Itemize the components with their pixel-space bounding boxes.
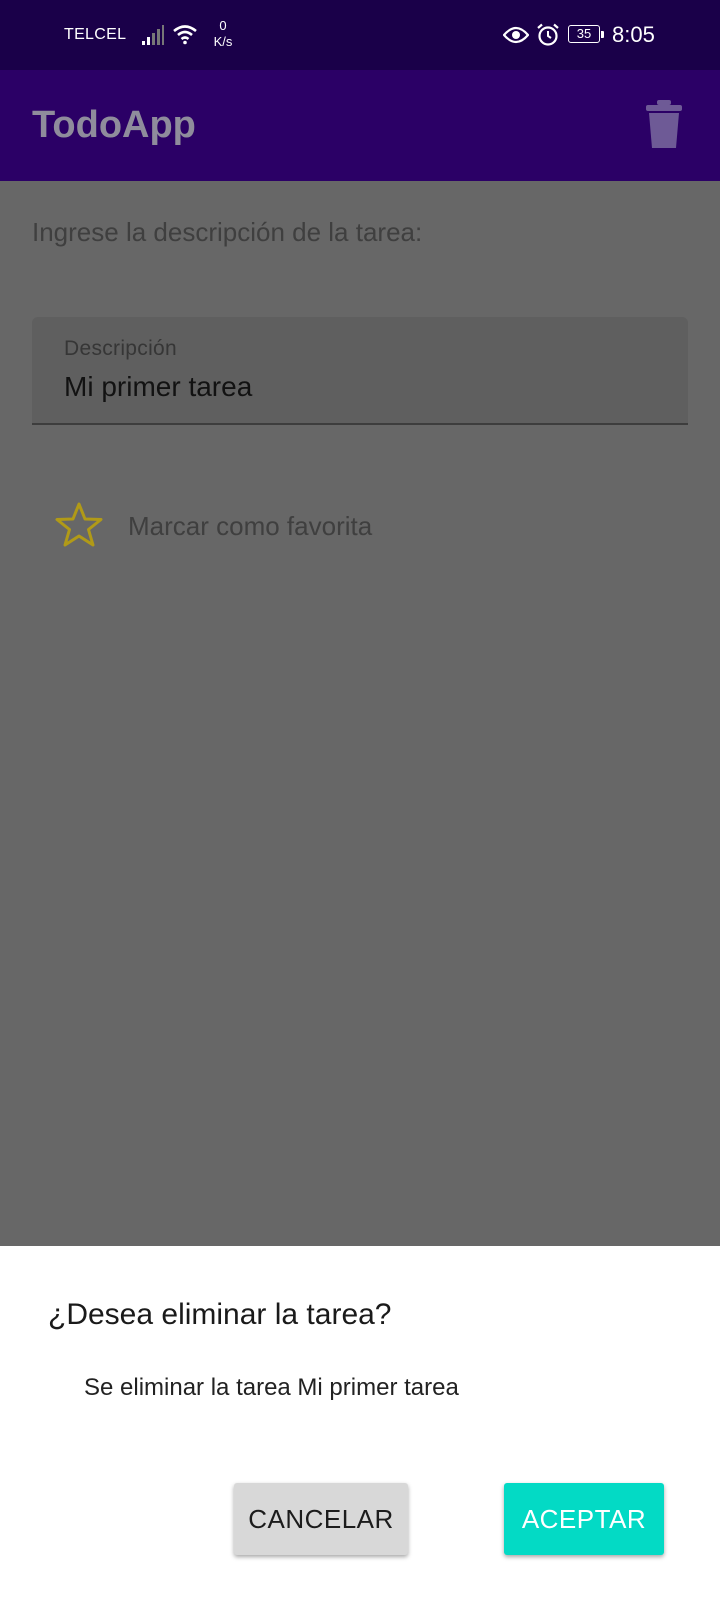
dialog-message: Se eliminar la tarea Mi primer tarea — [84, 1374, 459, 1401]
description-field-value[interactable]: Mi primer tarea — [64, 371, 252, 403]
battery-level: 35 — [568, 25, 600, 43]
alarm-icon — [537, 23, 559, 46]
app-bar: TodoApp — [0, 70, 720, 181]
signal-icon — [142, 25, 164, 45]
clock: 8:05 — [612, 22, 655, 47]
status-bar: TELCEL 0 K/s 35 8:05 — [0, 0, 720, 70]
task-form: Ingrese la descripción de la tarea: Desc… — [0, 181, 720, 1246]
delete-dialog: ¿Desea eliminar la tarea? Se eliminar la… — [0, 1246, 720, 1600]
battery-icon: 35 — [568, 25, 604, 45]
trash-icon[interactable] — [644, 100, 684, 150]
description-prompt: Ingrese la descripción de la tarea: — [32, 217, 423, 247]
app-title: TodoApp — [32, 104, 196, 146]
favorite-label[interactable]: Marcar como favorita — [128, 511, 372, 542]
carrier-name: TELCEL — [64, 26, 127, 43]
net-speed-value: 0 — [219, 18, 227, 33]
network-speed: 0 K/s — [208, 18, 238, 50]
accept-button[interactable]: ACEPTAR — [504, 1483, 664, 1555]
description-field[interactable]: Descripción Mi primer tarea — [32, 317, 688, 425]
net-speed-unit: K/s — [213, 34, 233, 49]
dialog-title: ¿Desea eliminar la tarea? — [48, 1298, 392, 1331]
wifi-icon — [173, 25, 197, 45]
description-field-label: Descripción — [64, 337, 178, 360]
star-outline-icon[interactable] — [54, 501, 104, 549]
cancel-button[interactable]: CANCELAR — [234, 1483, 408, 1555]
eye-icon — [503, 26, 529, 44]
